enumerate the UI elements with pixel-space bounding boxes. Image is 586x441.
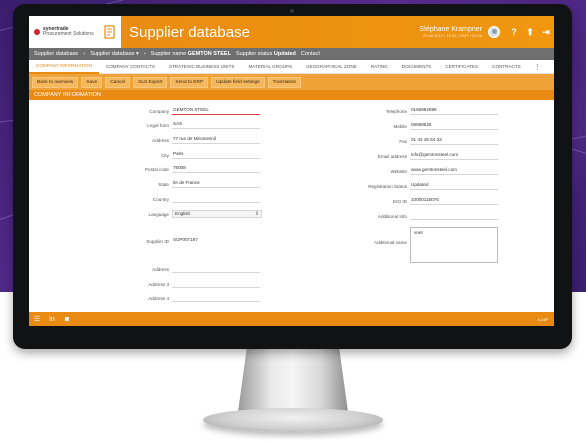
user-avatar[interactable] bbox=[488, 26, 500, 38]
app-title: Supplier database bbox=[129, 23, 250, 41]
section-title: COMPANY INFORMATION bbox=[29, 90, 554, 100]
erp-id-field[interactable]: 10000118076 bbox=[410, 197, 498, 205]
more-tabs-icon[interactable]: ⋮ bbox=[528, 63, 547, 71]
company-field[interactable]: GEMTON STEEL bbox=[172, 107, 260, 115]
tab-contracts[interactable]: CONTRACTS bbox=[485, 60, 528, 74]
back-to-overview-button[interactable]: Back to overview bbox=[32, 76, 79, 88]
breadcrumb-item[interactable]: Supplier database ▾ bbox=[90, 51, 139, 57]
tab-bar: COMPANY INFORMATION COMPANY CONTACTS STR… bbox=[29, 60, 554, 74]
tab-certificates[interactable]: CERTIFICATES bbox=[438, 60, 485, 74]
telephone-label: Telephone bbox=[385, 109, 407, 114]
supplier-id-label: Supplier ID bbox=[146, 239, 169, 244]
fax-field[interactable]: 01 43 45 54 33 bbox=[410, 137, 498, 145]
logo-tagline: Procurement Solutions bbox=[43, 31, 94, 37]
address-4-field[interactable] bbox=[172, 294, 260, 302]
breadcrumb: Supplier database › Supplier database ▾ … bbox=[29, 48, 554, 60]
logout-icon[interactable]: ⇥ bbox=[538, 27, 554, 38]
translation-button[interactable]: Translation bbox=[267, 76, 302, 88]
send-to-erp-button[interactable]: Send to ERP bbox=[170, 76, 209, 88]
email-field[interactable]: info@gemtonsteel.com bbox=[410, 152, 498, 160]
user-info[interactable]: Stéphane Krampner 29.06.2017 | 15:52 | G… bbox=[419, 26, 486, 38]
tab-company-information[interactable]: COMPANY INFORMATION bbox=[29, 60, 99, 74]
registration-status-label: Registration Status bbox=[368, 184, 407, 189]
fax-label: Fax bbox=[399, 139, 407, 144]
help-icon[interactable]: ? bbox=[506, 27, 522, 37]
state-field[interactable]: Ile de France bbox=[172, 180, 260, 188]
tab-company-contacts[interactable]: COMPANY CONTACTS bbox=[99, 60, 162, 74]
registration-status-field[interactable]: Updated bbox=[410, 182, 498, 190]
camera-dot bbox=[290, 9, 294, 13]
tab-material-groups[interactable]: MATERIAL GROUPS bbox=[241, 60, 299, 74]
additional-name-label: Additional name bbox=[374, 240, 407, 245]
breadcrumb-supplier-name: Supplier name GEMTON STEEL bbox=[150, 51, 231, 57]
city-label: City bbox=[161, 153, 169, 158]
user-name: Stéphane Krampner bbox=[419, 26, 482, 33]
monitor-stand-neck bbox=[238, 348, 348, 412]
action-toolbar: Back to overview Save Cancel XLS Export … bbox=[29, 74, 554, 90]
update-field-settings-button[interactable]: Update field settings bbox=[211, 76, 265, 88]
address-3-label: Address 3 bbox=[148, 282, 169, 287]
xls-export-button[interactable]: XLS Export bbox=[133, 76, 168, 88]
tab-geographical-zone[interactable]: GEOGRAPHICAL ZONE bbox=[299, 60, 364, 74]
breadcrumb-supplier-status: Supplier status Updated bbox=[235, 51, 296, 57]
city-field[interactable]: Paris bbox=[172, 151, 260, 159]
company-label: Company bbox=[149, 109, 169, 114]
supplier-id-value: SUP007187 bbox=[173, 237, 198, 242]
website-label: Website bbox=[390, 169, 407, 174]
additional-info-label: Additional Info bbox=[377, 214, 407, 219]
cancel-button[interactable]: Cancel bbox=[105, 76, 131, 88]
mobile-label: Mobile bbox=[393, 124, 407, 129]
mobile-field[interactable]: 06568525 bbox=[410, 122, 498, 130]
linkedin-icon[interactable]: in bbox=[48, 316, 56, 323]
country-field[interactable] bbox=[172, 195, 260, 203]
address-3-field[interactable] bbox=[172, 280, 260, 288]
app-footer: ☰ in ◙ 4.14P bbox=[29, 312, 554, 326]
postal-code-field[interactable]: 75008 bbox=[172, 165, 260, 173]
breadcrumb-item[interactable]: Supplier database bbox=[34, 51, 78, 57]
language-label: Language bbox=[148, 212, 169, 217]
tab-documents[interactable]: DOCUMENTS bbox=[395, 60, 439, 74]
breadcrumb-item[interactable]: Contact bbox=[301, 51, 320, 57]
erp-id-label: ErO ID bbox=[392, 199, 407, 204]
user-date: 29.06.2017 | 15:52 | GMT +02:00 bbox=[423, 33, 482, 38]
postal-code-label: Postal code bbox=[144, 167, 169, 172]
tab-strategic-business-units[interactable]: STRATEGIC BUSINESS UNITS bbox=[162, 60, 242, 74]
website-field[interactable]: www.gemtonsteel.com bbox=[410, 167, 498, 175]
state-label: State bbox=[158, 182, 169, 187]
company-information-form: Company GEMTON STEEL Legal form SAS Addr… bbox=[29, 100, 554, 306]
language-select[interactable]: English ⇕ bbox=[172, 210, 262, 218]
address-field[interactable]: 77 rue de Miromesnil bbox=[172, 136, 260, 144]
logo-mark-icon bbox=[34, 29, 40, 35]
app-header: synertrade Procurement Solutions Supplier… bbox=[29, 16, 554, 48]
legal-form-field[interactable]: SAS bbox=[172, 121, 260, 129]
telephone-field[interactable]: 0156982999 bbox=[410, 107, 498, 115]
legal-form-label: Legal form bbox=[147, 123, 169, 128]
tab-rating[interactable]: RATING bbox=[364, 60, 395, 74]
save-button[interactable]: Save bbox=[81, 76, 103, 88]
additional-name-textarea[interactable]: voet bbox=[410, 227, 498, 263]
additional-info-field[interactable] bbox=[410, 212, 498, 220]
email-label: Email address bbox=[377, 154, 407, 159]
menu-icon[interactable]: ☰ bbox=[33, 315, 41, 323]
database-icon bbox=[99, 16, 121, 48]
address-2-field[interactable] bbox=[172, 265, 260, 273]
address-label: Address bbox=[152, 138, 169, 143]
synertrade-logo[interactable]: synertrade Procurement Solutions bbox=[29, 16, 99, 48]
language-value: English bbox=[175, 211, 191, 216]
address-4-label: Address 4 bbox=[148, 296, 169, 301]
monitor-stand-base bbox=[203, 408, 383, 432]
version-label: 4.14P bbox=[537, 316, 548, 322]
chevron-down-icon: ⇕ bbox=[254, 211, 259, 217]
rss-icon[interactable]: ◙ bbox=[63, 316, 71, 323]
country-label: Country bbox=[152, 197, 169, 202]
upload-icon[interactable]: ⬆ bbox=[522, 27, 538, 38]
app-screen: synertrade Procurement Solutions Supplier… bbox=[29, 16, 554, 326]
address-2-label: Address bbox=[152, 267, 169, 272]
